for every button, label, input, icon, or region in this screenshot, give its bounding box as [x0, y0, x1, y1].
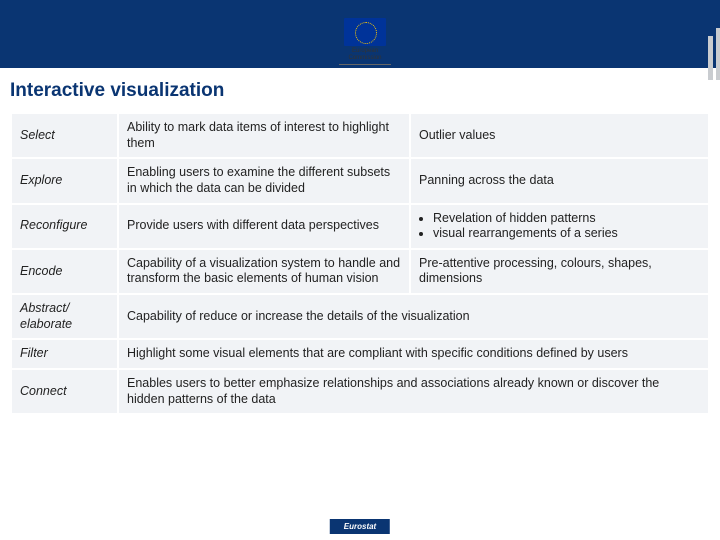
logo-text-1: European	[330, 48, 400, 54]
example-cell: Panning across the data	[411, 159, 708, 202]
example-bullet: Revelation of hidden patterns	[433, 211, 700, 227]
table-row: Abstract/ elaborate Capability of reduce…	[12, 295, 708, 338]
desc-cell: Provide users with different data perspe…	[119, 205, 409, 248]
table-row: Connect Enables users to better emphasiz…	[12, 370, 708, 413]
term-cell: Connect	[12, 370, 117, 413]
term-cell: Filter	[12, 340, 117, 368]
ec-logo: European Commission	[330, 18, 400, 65]
example-cell: Pre-attentive processing, colours, shape…	[411, 250, 708, 293]
eu-flag-icon	[344, 18, 386, 46]
example-bullet: visual rearrangements of a series	[433, 226, 700, 242]
slide-title: Interactive visualization	[0, 68, 720, 112]
table-row: Filter Highlight some visual elements th…	[12, 340, 708, 368]
term-cell: Explore	[12, 159, 117, 202]
example-cell: Outlier values	[411, 114, 708, 157]
logo-underline	[339, 64, 391, 65]
term-cell: Abstract/ elaborate	[12, 295, 117, 338]
table-row: Reconfigure Provide users with different…	[12, 205, 708, 248]
example-cell: Revelation of hidden patterns visual rea…	[411, 205, 708, 248]
table-row: Explore Enabling users to examine the di…	[12, 159, 708, 202]
desc-cell: Highlight some visual elements that are …	[119, 340, 708, 368]
term-cell: Reconfigure	[12, 205, 117, 248]
table-row: Encode Capability of a visualization sys…	[12, 250, 708, 293]
desc-cell: Enabling users to examine the different …	[119, 159, 409, 202]
desc-cell: Capability of a visualization system to …	[119, 250, 409, 293]
desc-cell: Enables users to better emphasize relati…	[119, 370, 708, 413]
table-row: Select Ability to mark data items of int…	[12, 114, 708, 157]
footer-badge: Eurostat	[330, 519, 390, 534]
logo-text-2: Commission	[330, 55, 400, 61]
term-cell: Encode	[12, 250, 117, 293]
term-cell: Select	[12, 114, 117, 157]
desc-cell: Ability to mark data items of interest t…	[119, 114, 409, 157]
concepts-table: Select Ability to mark data items of int…	[10, 112, 710, 415]
desc-cell: Capability of reduce or increase the det…	[119, 295, 708, 338]
logo-pillars-icon	[708, 24, 720, 80]
